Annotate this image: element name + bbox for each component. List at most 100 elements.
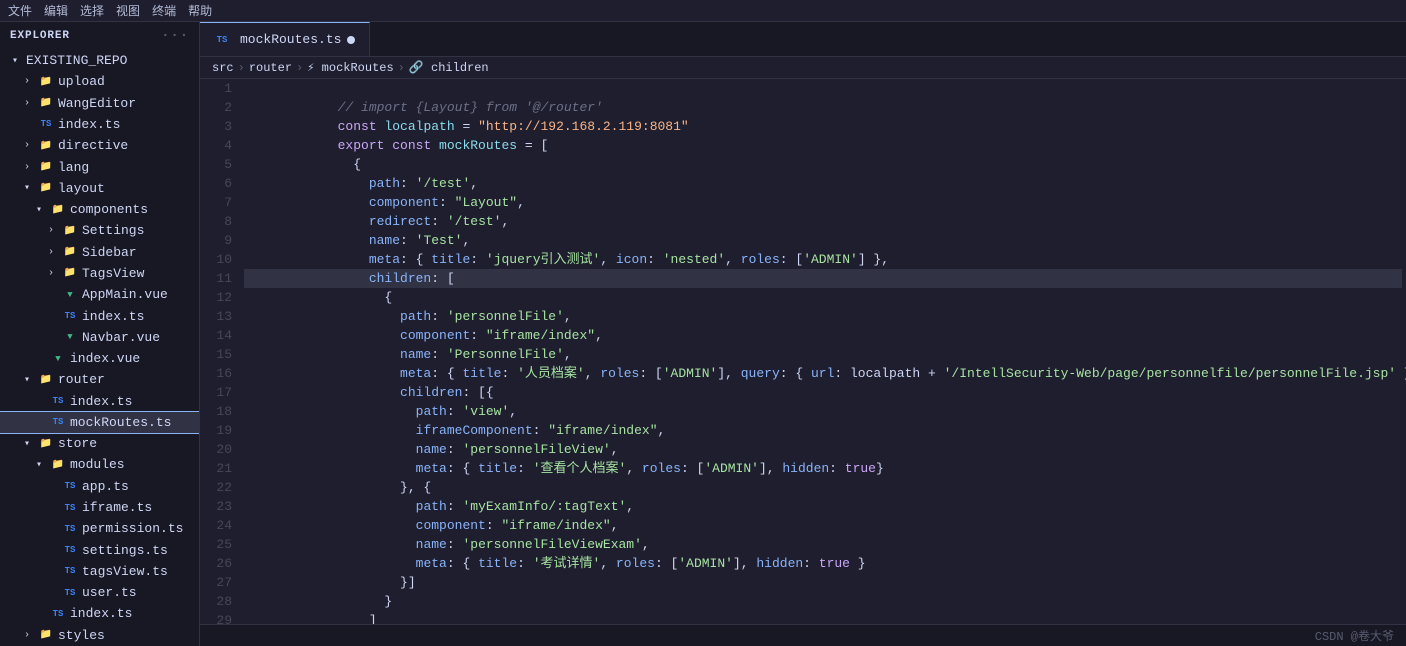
sidebar-item-appmain-vue[interactable]: ▼ AppMain.vue — [0, 284, 199, 305]
chevron-layout — [24, 182, 38, 194]
sidebar-item-tagsview[interactable]: 📁 TagsView — [0, 263, 199, 284]
sidebar-item-lang[interactable]: 📁 lang — [0, 156, 199, 177]
sidebar-item-index-vue[interactable]: ▼ index.vue — [0, 348, 199, 369]
bottom-bar: CSDN @卷大爷 — [200, 624, 1406, 646]
sidebar-item-wangeditor[interactable]: 📁 WangEditor — [0, 93, 199, 114]
label-wangeditor: WangEditor — [58, 96, 136, 111]
label-app-ts: app.ts — [82, 479, 129, 494]
sidebar-item-iframe-ts[interactable]: TS iframe.ts — [0, 497, 199, 518]
menu-view[interactable]: 视图 — [116, 2, 140, 19]
sidebar-repo-root[interactable]: EXISTING_REPO — [0, 50, 199, 71]
folder-icon-upload: 📁 — [38, 74, 54, 90]
sidebar-item-styles[interactable]: 📁 styles — [0, 625, 199, 646]
label-navbar-vue: Navbar.vue — [82, 330, 160, 345]
repo-label: EXISTING_REPO — [26, 53, 127, 68]
label-index-ts-root: index.ts — [58, 117, 120, 132]
ts-icon-mockroutes: TS — [50, 414, 66, 430]
sidebar-item-index-ts-root[interactable]: TS index.ts — [0, 114, 199, 135]
folder-icon-directive: 📁 — [38, 138, 54, 154]
sidebar-item-settings[interactable]: 📁 Settings — [0, 220, 199, 241]
code-content[interactable]: // import {Layout} from '@/router' const… — [240, 79, 1406, 624]
label-tagsview: TagsView — [82, 266, 144, 281]
ts-icon-tab: TS — [214, 32, 230, 48]
label-upload: upload — [58, 74, 105, 89]
watermark-text: CSDN @卷大爷 — [1315, 627, 1394, 644]
breadcrumb: src › router › ⚡ mockRoutes › 🔗 children — [200, 57, 1406, 79]
top-menu-bar: 文件 编辑 选择 视图 终端 帮助 — [0, 0, 1406, 22]
sidebar-item-index-ts-router[interactable]: TS index.ts — [0, 391, 199, 412]
label-tagsview-ts: tagsView.ts — [82, 564, 168, 579]
folder-icon-layout: 📁 — [38, 180, 54, 196]
breadcrumb-router: router — [249, 61, 292, 75]
sidebar: Explorer ··· EXISTING_REPO 📁 upload 📁 Wa… — [0, 22, 200, 646]
ts-icon-permission: TS — [62, 521, 78, 537]
chevron-tagsview — [48, 268, 62, 279]
ts-icon-index: TS — [38, 116, 54, 132]
ts-icon-store-idx: TS — [50, 606, 66, 622]
code-editor[interactable]: 12345 678910 1112131415 1617181920 21222… — [200, 79, 1406, 624]
sidebar-item-sidebar-folder[interactable]: 📁 Sidebar — [0, 242, 199, 263]
sidebar-item-settings-ts[interactable]: TS settings.ts — [0, 539, 199, 560]
breadcrumb-mockroutes: ⚡ mockRoutes — [307, 60, 393, 75]
menu-selection[interactable]: 选择 — [80, 2, 104, 19]
sep1: › — [238, 61, 245, 75]
menu-help[interactable]: 帮助 — [188, 2, 212, 19]
chevron-wangeditor — [24, 98, 38, 109]
label-iframe-ts: iframe.ts — [82, 500, 152, 515]
main-layout: Explorer ··· EXISTING_REPO 📁 upload 📁 Wa… — [0, 22, 1406, 646]
label-directive: directive — [58, 138, 128, 153]
sidebar-item-components[interactable]: 📁 components — [0, 199, 199, 220]
chevron-settings — [48, 225, 62, 236]
sidebar-item-store[interactable]: 📁 store — [0, 433, 199, 454]
label-modules: modules — [70, 457, 125, 472]
sidebar-more-button[interactable]: ··· — [161, 28, 189, 44]
chevron-store — [24, 438, 38, 450]
ts-icon-iframe: TS — [62, 500, 78, 516]
folder-icon-lang: 📁 — [38, 159, 54, 175]
tab-label: mockRoutes.ts — [240, 32, 341, 47]
label-index-ts-components: index.ts — [82, 309, 144, 324]
sidebar-item-permission-ts[interactable]: TS permission.ts — [0, 518, 199, 539]
folder-icon-modules: 📁 — [50, 457, 66, 473]
sidebar-item-directive[interactable]: 📁 directive — [0, 135, 199, 156]
folder-icon-settings: 📁 — [62, 223, 78, 239]
label-permission-ts: permission.ts — [82, 521, 183, 536]
label-sidebar-folder: Sidebar — [82, 245, 137, 260]
sidebar-item-app-ts[interactable]: TS app.ts — [0, 476, 199, 497]
sidebar-item-navbar-vue[interactable]: ▼ Navbar.vue — [0, 327, 199, 348]
menu-edit[interactable]: 编辑 — [44, 2, 68, 19]
sidebar-item-modules[interactable]: 📁 modules — [0, 454, 199, 475]
sidebar-item-tagsview-ts[interactable]: TS tagsView.ts — [0, 561, 199, 582]
sidebar-header: Explorer ··· — [0, 22, 199, 50]
sidebar-item-upload[interactable]: 📁 upload — [0, 71, 199, 92]
folder-icon-sidebar: 📁 — [62, 244, 78, 260]
menu-bar[interactable]: 文件 编辑 选择 视图 终端 帮助 — [8, 2, 212, 19]
chevron-repo — [12, 55, 26, 67]
menu-file[interactable]: 文件 — [8, 2, 32, 19]
label-index-vue: index.vue — [70, 351, 140, 366]
sidebar-item-index-ts-components[interactable]: TS index.ts — [0, 305, 199, 326]
sidebar-item-router[interactable]: 📁 router — [0, 369, 199, 390]
label-styles: styles — [58, 628, 105, 643]
code-line-1: // import {Layout} from '@/router' — [244, 79, 1402, 98]
code-line-29: } — [244, 611, 1402, 624]
ts-icon-user: TS — [62, 585, 78, 601]
sep2: › — [296, 61, 303, 75]
code-line-5: path: '/test', — [244, 155, 1402, 174]
breadcrumb-children: 🔗 children — [409, 60, 489, 75]
folder-icon-components: 📁 — [50, 202, 66, 218]
sidebar-item-index-ts-store[interactable]: TS index.ts — [0, 603, 199, 624]
sidebar-item-layout[interactable]: 📁 layout — [0, 178, 199, 199]
label-index-ts-router: index.ts — [70, 394, 132, 409]
ts-icon-app: TS — [62, 478, 78, 494]
label-user-ts: user.ts — [82, 585, 137, 600]
sidebar-item-user-ts[interactable]: TS user.ts — [0, 582, 199, 603]
chevron-lang — [24, 162, 38, 173]
tab-mockroutes[interactable]: TS mockRoutes.ts — [200, 22, 370, 57]
sidebar-title: Explorer — [10, 30, 70, 42]
menu-terminal[interactable]: 终端 — [152, 2, 176, 19]
vue-icon-appmain: ▼ — [62, 287, 78, 303]
sidebar-item-mockroutes-ts[interactable]: TS mockRoutes.ts — [0, 412, 199, 433]
label-router: router — [58, 372, 105, 387]
label-layout: layout — [58, 181, 105, 196]
